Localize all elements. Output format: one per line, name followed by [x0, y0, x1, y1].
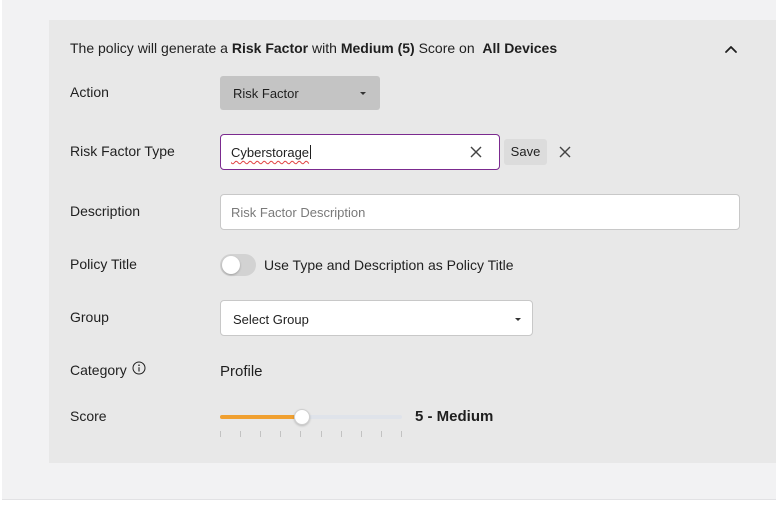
slider-ticks: [220, 431, 402, 439]
policy-summary: The policy will generate a Risk Factor w…: [70, 40, 557, 56]
policy-title-label: Policy Title: [70, 256, 137, 272]
slider-thumb[interactable]: [294, 409, 311, 425]
slider-tick: [300, 431, 302, 437]
description-field[interactable]: [220, 194, 740, 230]
summary-prefix: The policy will generate a: [70, 40, 228, 56]
caret-down-icon: [360, 92, 366, 95]
risk-factor-type-input[interactable]: Cyberstorage: [220, 134, 500, 170]
category-value: Profile: [220, 363, 263, 380]
description-label: Description: [70, 203, 141, 219]
chevron-up-icon: [725, 46, 737, 53]
group-select-value: Select Group: [233, 312, 309, 327]
slider-fill: [220, 415, 303, 419]
summary-target: All Devices: [482, 40, 558, 56]
slider-tick: [340, 431, 342, 437]
risk-factor-type-label: Risk Factor Type: [70, 143, 175, 159]
group-label: Group: [70, 309, 109, 325]
description-input[interactable]: [221, 195, 739, 229]
slider-tick: [240, 431, 242, 437]
caret-down-icon: [515, 318, 521, 321]
score-value: 5 - Medium: [415, 408, 494, 425]
summary-score: Medium (5): [340, 40, 415, 56]
group-select[interactable]: Select Group: [220, 300, 533, 336]
risk-factor-type-value: Cyberstorage: [231, 145, 312, 160]
slider-tick: [380, 431, 382, 437]
toggle-knob: [222, 256, 240, 274]
slider-tick: [280, 431, 282, 437]
action-select-value: Risk Factor: [233, 86, 299, 101]
category-label: Category: [70, 362, 127, 378]
slider-tick: [360, 431, 362, 437]
collapse-panel-button[interactable]: [722, 40, 740, 58]
risk-factor-panel: [49, 20, 776, 463]
cancel-button[interactable]: [558, 145, 572, 159]
clear-input-button[interactable]: [469, 145, 483, 159]
close-icon: [559, 146, 571, 158]
action-select[interactable]: Risk Factor: [220, 76, 380, 110]
summary-type: Risk Factor: [231, 40, 309, 56]
action-label: Action: [70, 84, 109, 100]
slider-tick: [260, 431, 262, 437]
info-icon[interactable]: [132, 361, 146, 375]
save-button[interactable]: Save: [504, 139, 547, 165]
slider-tick: [320, 431, 322, 437]
policy-title-toggle-label: Use Type and Description as Policy Title: [264, 257, 514, 273]
slider-tick: [220, 431, 221, 437]
score-slider[interactable]: [220, 406, 402, 428]
summary-mid2: Score on: [418, 40, 475, 56]
policy-title-toggle[interactable]: [220, 254, 256, 276]
score-label: Score: [70, 408, 107, 424]
summary-mid1: with: [312, 40, 337, 56]
slider-tick: [401, 431, 402, 437]
close-icon: [470, 146, 482, 158]
